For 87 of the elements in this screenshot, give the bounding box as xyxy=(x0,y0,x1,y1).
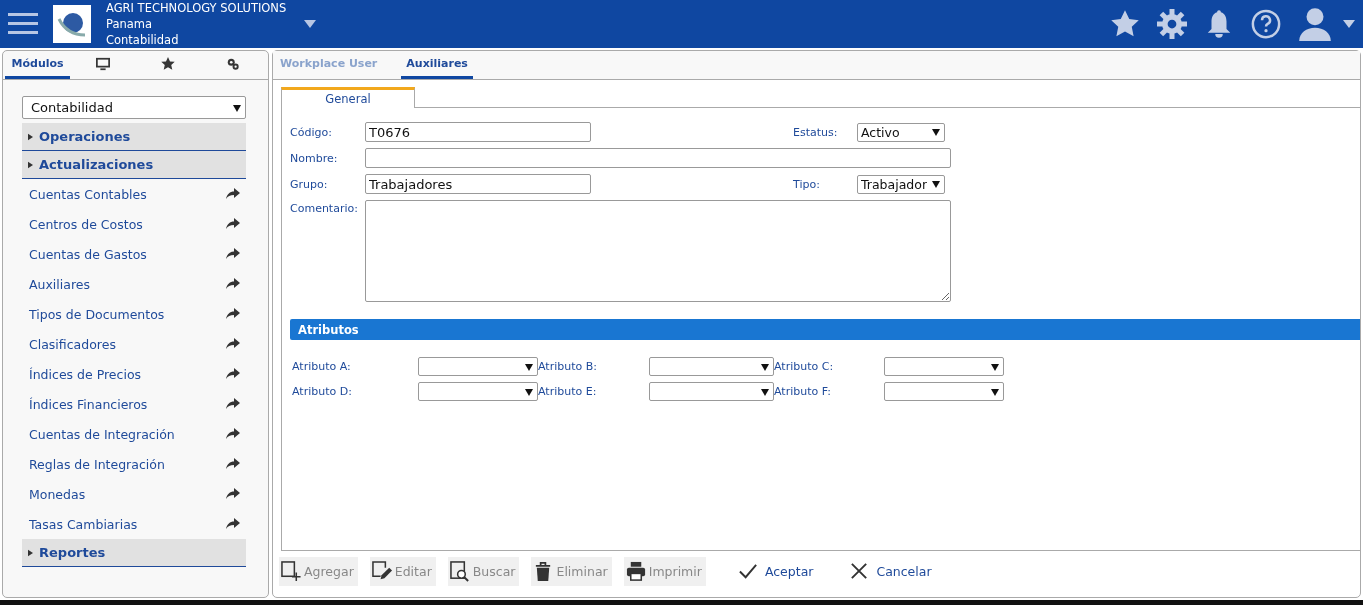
caret-icon xyxy=(525,362,533,371)
search-icon xyxy=(449,560,471,582)
input-field[interactable] xyxy=(365,148,951,168)
menu-link[interactable]: Cuentas de Gastos xyxy=(29,246,147,262)
caret-icon xyxy=(761,362,769,371)
caret-icon xyxy=(233,103,241,112)
dropdown[interactable]: Trabajador xyxy=(857,174,945,194)
comment-field[interactable] xyxy=(365,200,951,302)
share-arrow-icon[interactable] xyxy=(226,278,240,290)
dropdown[interactable]: Activo xyxy=(857,122,945,142)
caret-icon[interactable] xyxy=(1343,20,1355,28)
share-arrow-icon[interactable] xyxy=(226,428,240,440)
caret-icon xyxy=(991,362,999,371)
field-label: Atributo B: xyxy=(538,360,598,373)
share-arrow-icon[interactable] xyxy=(226,398,240,410)
toolbar-button[interactable]: Cancelar xyxy=(847,556,936,586)
module-name: Contabilidad xyxy=(106,32,180,48)
menu-link[interactable]: Índices de Precios xyxy=(29,366,142,382)
menu-link[interactable]: Índices Financieros xyxy=(29,396,148,412)
field-label: Atributo F: xyxy=(774,385,832,398)
share-arrow-icon[interactable] xyxy=(226,308,240,320)
share-arrow-icon[interactable] xyxy=(226,518,240,530)
field-label: Código: xyxy=(290,125,333,139)
menu-link[interactable]: Tasas Cambiarias xyxy=(29,516,138,532)
toolbar-button[interactable]: Aceptar xyxy=(735,556,818,586)
printer-icon xyxy=(625,560,647,582)
edit-icon xyxy=(371,560,393,582)
caret-icon xyxy=(932,128,940,136)
share-arrow-icon[interactable] xyxy=(226,338,240,350)
field-label: Nombre: xyxy=(290,151,339,165)
field-label: Atributo C: xyxy=(774,360,835,373)
menu-link[interactable]: Centros de Costos xyxy=(29,216,143,232)
dropdown[interactable] xyxy=(649,382,774,401)
field-label: Estatus: xyxy=(793,125,839,139)
menu-link[interactable]: Tipos de Documentos xyxy=(29,306,165,322)
share-arrow-icon[interactable] xyxy=(226,188,240,200)
sidebar-tab[interactable]: Módulos xyxy=(5,51,71,79)
tab[interactable]: General xyxy=(281,87,415,108)
dropdown[interactable] xyxy=(418,357,538,376)
field-label: Comentario: xyxy=(290,201,359,215)
field-label: Atributo D: xyxy=(292,385,353,398)
section-header: Atributos xyxy=(290,319,1360,340)
menu-section[interactable]: Actualizaciones xyxy=(22,151,246,179)
help-icon[interactable] xyxy=(1251,9,1281,39)
module-select[interactable]: Contabilidad xyxy=(22,96,246,119)
dropdown[interactable] xyxy=(649,357,774,376)
share-arrow-icon[interactable] xyxy=(226,368,240,380)
monitor-icon xyxy=(95,56,110,71)
menu-link[interactable]: Auxiliares xyxy=(29,276,91,292)
menu-section[interactable]: Reportes xyxy=(22,539,246,567)
field-label: Atributo E: xyxy=(538,385,598,398)
dropdown[interactable] xyxy=(418,382,538,401)
star-icon xyxy=(161,56,176,71)
share-arrow-icon[interactable] xyxy=(226,488,240,500)
menu-link[interactable]: Monedas xyxy=(29,486,86,502)
company-name: AGRI TECHNOLOGY SOLUTIONS xyxy=(106,0,287,16)
input-field[interactable]: Trabajadores xyxy=(365,174,591,194)
country-name: Panama xyxy=(106,16,154,32)
field-label: Tipo: xyxy=(793,177,821,191)
gears-icon xyxy=(226,56,241,71)
share-arrow-icon[interactable] xyxy=(226,218,240,230)
caret-icon xyxy=(28,160,33,169)
menu-icon[interactable] xyxy=(8,12,38,36)
menu-link[interactable]: Cuentas Contables xyxy=(29,186,147,202)
dropdown[interactable] xyxy=(884,357,1004,376)
share-arrow-icon[interactable] xyxy=(226,458,240,470)
caret-icon xyxy=(761,387,769,396)
menu-section[interactable]: Operaciones xyxy=(22,123,246,151)
menu-link[interactable]: Reglas de Integración xyxy=(29,456,165,472)
dropdown[interactable] xyxy=(884,382,1004,401)
field-label: Atributo A: xyxy=(292,360,352,373)
globe-logo xyxy=(53,5,91,43)
add-icon xyxy=(281,560,302,582)
caret-icon[interactable] xyxy=(304,20,317,28)
field-label: Grupo: xyxy=(290,177,329,191)
caret-icon xyxy=(525,387,533,396)
share-arrow-icon[interactable] xyxy=(226,248,240,260)
input-field[interactable]: T0676 xyxy=(365,122,591,142)
user-icon[interactable] xyxy=(1298,7,1332,41)
caret-icon xyxy=(28,132,33,141)
caret-icon xyxy=(991,387,999,396)
caret-icon xyxy=(932,180,940,188)
menu-link[interactable]: Clasificadores xyxy=(29,336,116,352)
star-icon[interactable] xyxy=(1110,9,1140,39)
menu-link[interactable]: Cuentas de Integración xyxy=(29,426,175,442)
tab[interactable]: Auxiliares xyxy=(401,51,473,79)
caret-icon xyxy=(28,548,33,557)
